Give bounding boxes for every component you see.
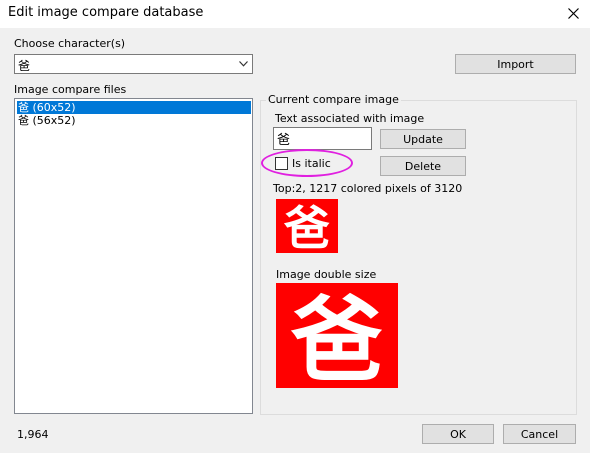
associated-text-field[interactable] [273,127,372,150]
glyph-image: 爸 [276,199,338,253]
image-files-list[interactable]: 爸 (60x52) 爸 (56x52) [14,98,253,414]
update-button-label: Update [403,132,443,146]
title-bar[interactable]: Edit image compare database [0,0,590,28]
image-compare-files-label: Image compare files [14,83,127,96]
close-button[interactable] [557,0,590,28]
choose-character-label: Choose character(s) [14,37,126,50]
current-compare-image-title: Current compare image [266,93,401,106]
update-button[interactable]: Update [380,129,466,149]
character-combobox-value: 爸 [18,59,31,73]
import-button[interactable]: Import [455,54,576,74]
glyph-image-double-character: 爸 [290,287,383,388]
ok-button[interactable]: OK [422,424,494,444]
text-associated-label: Text associated with image [275,112,425,125]
glyph-image-double: 爸 [276,283,398,388]
highlight-annotation [261,149,353,177]
import-button-label: Import [497,57,534,71]
window-title: Edit image compare database [8,5,204,20]
delete-button-label: Delete [404,159,442,173]
image-double-size-label: Image double size [276,268,377,281]
entry-count: 1,964 [17,428,49,441]
delete-button[interactable]: Delete [380,156,466,176]
cancel-button-label: Cancel [520,427,559,441]
character-combobox[interactable]: 爸 [14,54,253,74]
ok-button-label: OK [450,427,466,441]
cancel-button[interactable]: Cancel [503,424,576,444]
image-stats-text: Top:2, 1217 colored pixels of 3120 [273,182,463,195]
glyph-image-character: 爸 [283,201,330,253]
close-icon [568,8,579,19]
list-item[interactable]: 爸 (56x52) [17,114,76,127]
associated-text-input[interactable] [274,129,370,148]
dialog-window: Edit image compare database Choose chara… [0,0,590,453]
list-item[interactable]: 爸 (60x52) [17,101,251,114]
chevron-down-icon [239,61,248,67]
